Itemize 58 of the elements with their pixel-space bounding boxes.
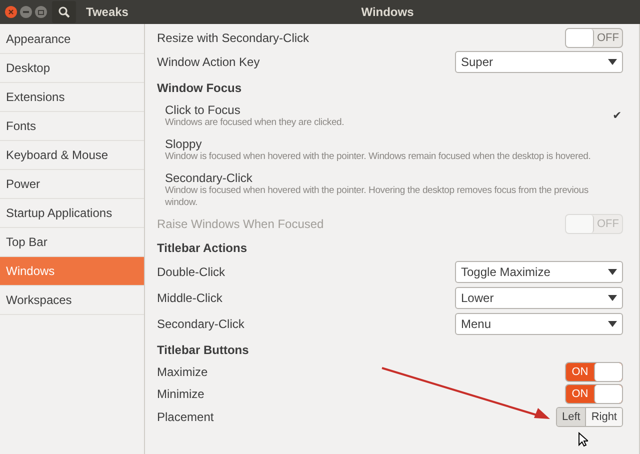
sidebar-item[interactable]: Keyboard & Mouse bbox=[0, 141, 144, 170]
focus-option[interactable]: Sloppy Window is focused when hovered with the pointer. Windows remain focused when the desktop is hovered. bbox=[157, 133, 635, 167]
sidebar-item[interactable]: Extensions bbox=[0, 83, 144, 112]
focus-option[interactable]: Click to Focus Windows are focused when they are clicked. ✔ bbox=[157, 99, 635, 133]
maximize-icon[interactable] bbox=[35, 6, 47, 18]
switch-state: OFF bbox=[596, 216, 620, 232]
minimize-icon[interactable] bbox=[20, 6, 32, 18]
switch-knob[interactable] bbox=[594, 385, 622, 403]
setting-label: Secondary-Click bbox=[157, 316, 244, 333]
search-button[interactable] bbox=[52, 1, 76, 23]
switch-knob[interactable] bbox=[594, 363, 622, 381]
switch-state: OFF bbox=[596, 30, 620, 46]
pointer-icon bbox=[578, 432, 588, 447]
setting-label: Maximize bbox=[157, 364, 208, 381]
close-icon[interactable] bbox=[5, 6, 17, 18]
toggle-switch[interactable]: ON bbox=[565, 384, 623, 404]
section-heading: Titlebar Buttons bbox=[157, 342, 249, 359]
sidebar-item[interactable]: Fonts bbox=[0, 112, 144, 141]
sidebar-item[interactable]: Desktop bbox=[0, 54, 144, 83]
dropdown[interactable]: Menu bbox=[455, 313, 623, 335]
switch-knob[interactable] bbox=[566, 29, 594, 47]
sidebar-item[interactable]: Workspaces bbox=[0, 286, 144, 315]
sidebar-item[interactable]: Appearance bbox=[0, 25, 144, 54]
option-title: Click to Focus bbox=[165, 103, 242, 117]
caret-icon bbox=[608, 269, 617, 275]
caret-icon bbox=[608, 59, 617, 65]
setting-label: Raise Windows When Focused bbox=[157, 216, 324, 233]
setting-label: Placement bbox=[157, 409, 214, 426]
dropdown[interactable]: Toggle Maximize bbox=[455, 261, 623, 283]
toggle-switch[interactable]: OFF bbox=[565, 28, 623, 48]
caret-icon bbox=[608, 295, 617, 301]
option-description: Window is focused when hovered with the pointer. Windows remain focused when the desktop is hovered. bbox=[165, 151, 591, 163]
option-title: Secondary-Click bbox=[165, 171, 254, 185]
option-description: Windows are focused when they are clicked. bbox=[165, 117, 344, 129]
sidebar-item[interactable]: Power bbox=[0, 170, 144, 199]
section-heading: Window Focus bbox=[157, 80, 242, 97]
switch-state: ON bbox=[570, 386, 590, 402]
sidebar-item[interactable]: Startup Applications bbox=[0, 199, 144, 228]
option-description: Window is focused when hovered with the pointer. Hovering the desktop removes focus from the previous window. bbox=[165, 185, 590, 209]
setting-label: Minimize bbox=[157, 386, 204, 403]
app-title: Tweaks bbox=[86, 4, 128, 21]
setting-label: Window Action Key bbox=[157, 54, 260, 71]
dropdown[interactable]: Lower bbox=[455, 287, 623, 309]
setting-label: Resize with Secondary-Click bbox=[157, 30, 310, 47]
section-heading: Titlebar Actions bbox=[157, 240, 248, 257]
placement-option[interactable]: Left bbox=[556, 408, 586, 426]
dropdown[interactable]: Super bbox=[455, 51, 623, 73]
placement-option[interactable]: Right bbox=[585, 408, 622, 426]
search-icon bbox=[58, 6, 70, 18]
setting-label: Double-Click bbox=[157, 264, 226, 281]
check-mark: ✔ bbox=[612, 109, 622, 123]
window-title: Windows bbox=[360, 4, 415, 21]
caret-icon bbox=[608, 321, 617, 327]
focus-option[interactable]: Secondary-Click Window is focused when hovered with the pointer. Hovering the desktop removes focus from the previous window. bbox=[157, 167, 635, 213]
switch-state: ON bbox=[570, 364, 590, 380]
option-title: Sloppy bbox=[165, 137, 203, 151]
toggle-switch[interactable]: ON bbox=[565, 362, 623, 382]
setting-label: Middle-Click bbox=[157, 290, 222, 307]
